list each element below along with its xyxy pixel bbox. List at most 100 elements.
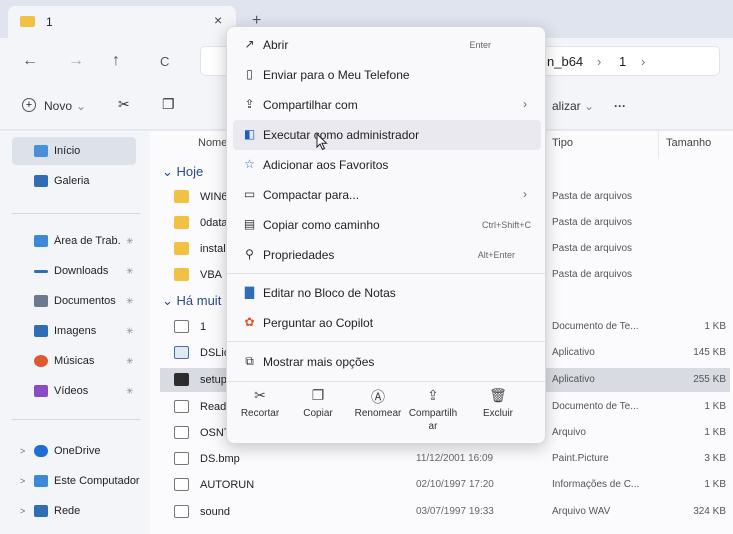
folder-icon [174,190,189,203]
new-button[interactable]: Novo [44,99,72,113]
text-file-icon [174,400,189,413]
breadcrumb-item[interactable]: n_b64 [547,54,583,69]
pictures-icon [34,325,48,337]
menu-item-propriedades[interactable]: ⚲ Propriedades Alt+Enter [233,240,541,270]
setup-icon [174,373,189,386]
application-icon [174,346,189,359]
sidebar-item-label: Galeria [54,175,90,187]
menu-item-label: Executar como administrador [263,128,420,142]
menu-item-favoritos[interactable]: ☆ Adicionar aos Favoritos [233,150,541,180]
sidebar-item-label: Imagens [54,325,97,337]
sidebar-item-galeria[interactable]: Galeria [8,167,140,195]
menu-item-executar-admin[interactable]: ◧ Executar como administrador [233,120,541,150]
quick-action-label: Compartilhar [408,408,458,432]
back-button[interactable]: ← [22,52,38,70]
sidebar-item-documentos[interactable]: Documentos ✳ [8,287,140,315]
menu-item-label: Enviar para o Meu Telefone [263,68,410,82]
quick-action-excluir[interactable]: 🗑 Excluir [467,387,529,420]
sidebar-item-videos[interactable]: Vídeos ✳ [8,377,140,405]
quick-action-compartilhar[interactable]: ⇪ Compartilhar [407,387,459,433]
close-tab-icon[interactable]: × [214,12,222,28]
menu-item-bloco-notas[interactable]: ▇ Editar no Bloco de Notas [233,278,541,308]
pin-icon: ✳ [126,385,134,396]
column-header-name[interactable]: Nome [198,137,227,149]
phone-icon: ▯ [246,67,253,81]
file-type: Pasta de arquivos [552,269,633,280]
file-name: 1 [200,321,207,333]
refresh-button[interactable]: C [160,54,169,69]
tab-1[interactable]: 1 × [8,6,236,38]
breadcrumb-separator: › [641,54,646,69]
menu-item-label: Propriedades [263,248,335,262]
file-size: 1 KB [704,401,726,412]
pin-icon: ✳ [126,355,134,366]
file-size: 1 KB [704,321,726,332]
sidebar-item-desktop[interactable]: Área de Trab. ✳ [8,227,140,255]
file-type: Documento de Te... [552,321,639,332]
chevron-right-icon[interactable]: > [20,446,25,456]
quick-action-copiar[interactable]: ❐ Copiar [287,387,349,420]
view-button[interactable]: alizar [552,99,581,113]
column-header-type[interactable]: Tipo [552,137,573,149]
menu-item-copiar-caminho[interactable]: ▤ Copiar como caminho Ctrl+Shift+C [233,210,541,240]
desktop-icon [34,235,48,247]
up-button[interactable]: ↑ [112,52,120,70]
menu-item-label: Editar no Bloco de Notas [263,286,396,300]
wrench-icon: ⚲ [245,247,254,261]
sidebar-item-musicas[interactable]: Músicas ✳ [8,347,140,375]
chevron-down-icon: ⌄ [76,99,87,113]
sidebar-item-rede[interactable]: > Rede [8,497,140,525]
sidebar-item-label: Início [54,145,81,157]
menu-item-compartilhar-com[interactable]: ⇪ Compartilhar com › [233,90,541,120]
menu-item-label: Mostrar mais opções [263,355,375,369]
forward-button[interactable]: → [68,52,84,70]
text-file-icon [174,320,189,333]
sidebar-item-onedrive[interactable]: > OneDrive [8,437,140,465]
folder-icon [174,268,189,281]
column-separator[interactable] [658,131,659,159]
rename-icon: Ⓐ [371,389,385,405]
breadcrumb-item[interactable]: 1 [619,54,626,69]
settings-file-icon [174,478,189,491]
menu-divider [227,273,545,274]
menu-item-abrir[interactable]: ↗ Abrir Enter [233,30,541,60]
more-options-button[interactable]: ··· [614,99,626,113]
computer-icon [34,475,48,487]
column-header-size[interactable]: Tamanho [666,137,711,149]
group-label: Há muit [176,293,222,308]
table-row[interactable]: AUTORUN 02/10/1997 17:20 Informações de … [160,473,730,497]
group-header-long-ago[interactable]: ⌄ Há muit [162,293,221,309]
notepad-icon: ▇ [244,285,255,299]
menu-item-enviar-telefone[interactable]: ▯ Enviar para o Meu Telefone [233,60,541,90]
quick-action-recortar[interactable]: ✂ Recortar [229,387,291,420]
table-row[interactable]: sound 03/07/1997 19:33 Arquivo WAV 324 K… [160,500,730,524]
copilot-icon: ✿ [244,315,255,329]
sidebar-item-downloads[interactable]: Downloads ✳ [8,257,140,285]
sidebar-item-label: Vídeos [54,385,89,397]
menu-item-shortcut: Ctrl+Shift+C [481,220,531,230]
chevron-right-icon[interactable]: > [20,506,25,516]
video-icon [34,385,48,397]
copy-icon[interactable]: ❐ [162,96,175,113]
chevron-right-icon: › [523,187,527,201]
sidebar-item-este-computador[interactable]: > Este Computador [8,467,140,495]
table-row[interactable]: DS.bmp 11/12/2001 16:09 Paint.Picture 3 … [160,447,730,471]
file-type: Arquivo WAV [552,506,611,517]
sidebar-item-imagens[interactable]: Imagens ✳ [8,317,140,345]
chevron-right-icon[interactable]: > [20,476,25,486]
menu-item-compactar[interactable]: ▭ Compactar para... › [233,180,541,210]
music-icon [34,355,48,367]
divider [12,419,140,420]
cut-icon[interactable]: ✂ [118,96,130,113]
quick-action-renomear[interactable]: Ⓐ Renomear [347,387,409,420]
navigation-pane: Início Galeria Área de Trab. ✳ Downloads… [0,131,150,534]
open-icon: ↗ [244,37,255,51]
divider [12,213,140,214]
quick-action-label: Excluir [482,408,513,419]
menu-item-copilot[interactable]: ✿ Perguntar ao Copilot [233,308,541,338]
sidebar-item-label: Rede [54,505,81,517]
group-header-today[interactable]: ⌄ Hoje [162,164,203,180]
sidebar-item-inicio[interactable]: Início [12,137,136,165]
menu-item-mais-opcoes[interactable]: ⧉ Mostrar mais opções [233,347,541,377]
home-icon [34,145,48,157]
